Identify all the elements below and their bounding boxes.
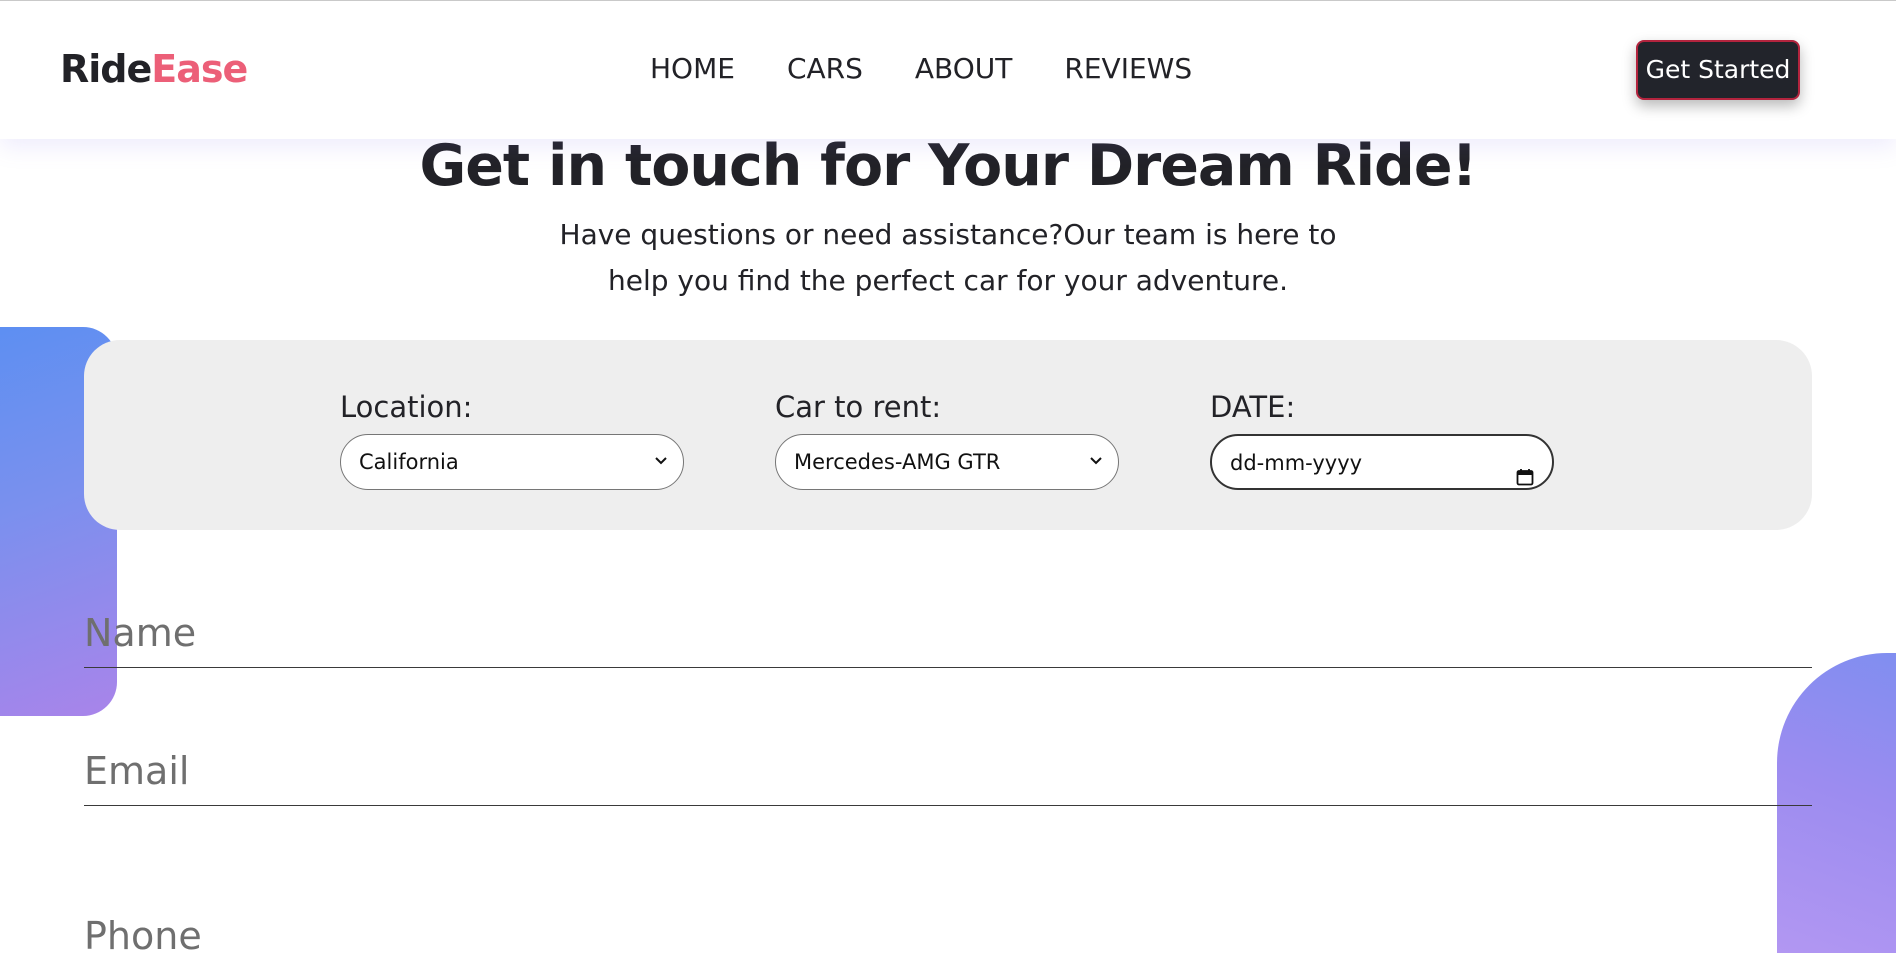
car-select-value: Mercedes-AMG GTR (794, 450, 1001, 474)
date-field: DATE: dd-mm-yyyy (1210, 388, 1554, 490)
page-subtitle-line-2: help you find the perfect car for your a… (608, 264, 1288, 297)
location-select[interactable]: California (340, 434, 684, 490)
chevron-down-icon (1086, 435, 1106, 489)
navbar: RideEase HOME CARS ABOUT REVIEWS Get Sta… (0, 0, 1896, 139)
location-field: Location: California (340, 388, 684, 490)
brand-logo[interactable]: RideEase (60, 45, 248, 93)
page-subtitle: Have questions or need assistance?Our te… (0, 212, 1896, 304)
car-label: Car to rent: (775, 390, 942, 424)
nav-links: HOME CARS ABOUT REVIEWS (650, 51, 1192, 87)
get-started-button[interactable]: Get Started (1636, 40, 1800, 100)
nav-link-reviews[interactable]: REVIEWS (1064, 51, 1192, 87)
date-input[interactable]: dd-mm-yyyy (1210, 434, 1554, 490)
phone-field[interactable]: Phone (84, 878, 1812, 958)
car-field: Car to rent: Mercedes-AMG GTR (775, 388, 1119, 490)
car-select[interactable]: Mercedes-AMG GTR (775, 434, 1119, 490)
page-title: Get in touch for Your Dream Ride! (419, 133, 1477, 199)
page-subtitle-line-1: Have questions or need assistance?Our te… (559, 218, 1337, 251)
brand-logo-part-b: Ease (151, 47, 248, 91)
nav-link-home[interactable]: HOME (650, 51, 735, 87)
email-field[interactable]: Email (84, 741, 1812, 806)
location-select-value: California (359, 450, 459, 474)
nav-link-cars[interactable]: CARS (787, 51, 863, 87)
date-input-placeholder: dd-mm-yyyy (1230, 451, 1363, 475)
brand-logo-part-a: Ride (60, 47, 152, 91)
location-label: Location: (340, 390, 473, 424)
booking-panel: Location: California Car to rent: Merced… (84, 340, 1812, 530)
date-label: DATE: (1210, 390, 1296, 424)
phone-field-placeholder: Phone (84, 914, 202, 958)
name-field[interactable]: Name (84, 603, 1812, 668)
name-field-placeholder: Name (84, 611, 197, 655)
calendar-icon[interactable] (1516, 452, 1536, 486)
chevron-down-icon (651, 435, 671, 489)
email-field-placeholder: Email (84, 749, 190, 793)
nav-link-about[interactable]: ABOUT (915, 51, 1013, 87)
